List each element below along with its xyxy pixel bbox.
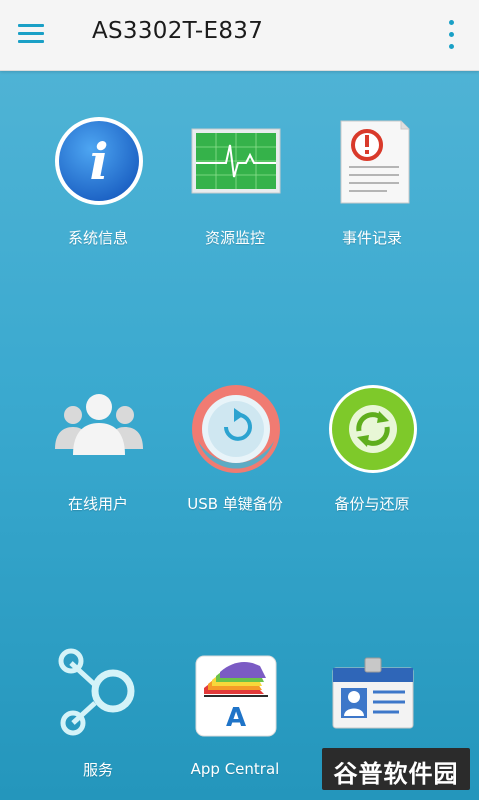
monitor-icon — [191, 128, 281, 194]
tile-label: 事件记录 — [341, 229, 402, 247]
svg-text:i: i — [90, 132, 109, 191]
watermark-rest: 软件园 — [383, 760, 459, 788]
tile-services[interactable]: 服务 — [23, 645, 173, 800]
app-grid: i 系统信息 资源监控 事件记录 在线用户 USB 单键备份 备份与还原 服务 … — [0, 70, 479, 800]
event-log-icon — [340, 120, 410, 204]
id-card-icon — [332, 657, 414, 729]
tile-label: 资源监控 — [204, 229, 265, 247]
tile-label: 在线用户 — [67, 495, 128, 513]
tile-system-info[interactable]: i 系统信息 — [23, 115, 173, 275]
tile-label: 服务 — [82, 761, 113, 779]
svg-text:A: A — [226, 703, 246, 733]
tile-online-users[interactable]: 在线用户 — [23, 383, 173, 543]
tile-label: 备份与还原 — [334, 495, 410, 513]
watermark-logo: 谷普软件园 — [322, 748, 470, 790]
tile-label: 系统信息 — [67, 229, 128, 247]
app-central-icon: A — [195, 655, 277, 737]
backup-restore-icon — [329, 385, 417, 473]
tile-backup-restore[interactable]: 备份与还原 — [297, 383, 447, 543]
device-title: AS3302T-E837 — [92, 18, 264, 44]
tile-label: App Central — [190, 760, 280, 778]
usb-backup-icon — [192, 385, 280, 473]
watermark-accent: 谷普 — [333, 760, 384, 788]
tile-app-central[interactable]: A App Central — [160, 654, 310, 800]
tile-event-log[interactable]: 事件记录 — [297, 115, 447, 275]
users-icon — [55, 394, 143, 455]
tile-usb-backup[interactable]: USB 单键备份 — [160, 383, 310, 543]
tile-label: USB 单键备份 — [187, 495, 283, 513]
hamburger-menu-icon[interactable] — [14, 19, 48, 49]
app-bar: AS3302T-E837 — [0, 0, 479, 71]
info-icon: i — [55, 117, 143, 205]
services-icon — [58, 648, 135, 736]
tile-resource-monitor[interactable]: 资源监控 — [160, 115, 310, 275]
more-vertical-icon[interactable] — [441, 18, 461, 52]
